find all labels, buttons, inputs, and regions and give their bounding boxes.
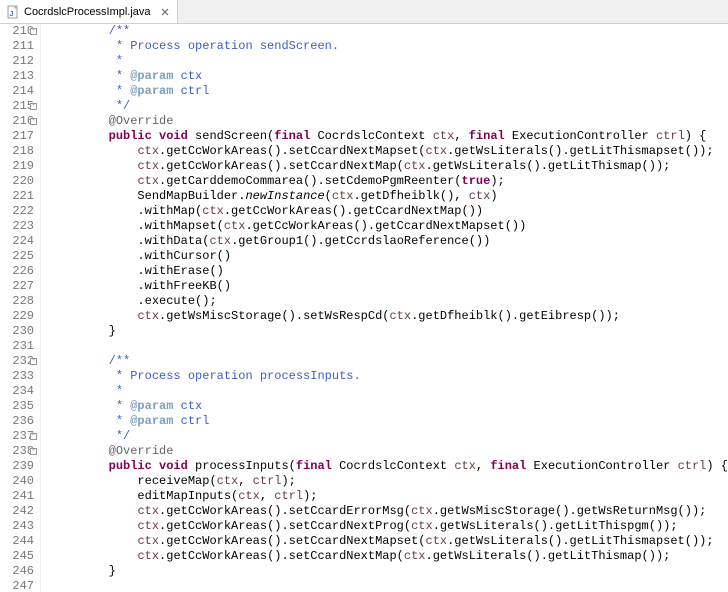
- line-number: 222: [0, 204, 34, 219]
- code-line[interactable]: public void processInputs(final Cocrdslc…: [51, 459, 728, 474]
- line-number: 243: [0, 519, 34, 534]
- line-number: 218: [0, 144, 34, 159]
- svg-text:J: J: [10, 11, 14, 18]
- code-line[interactable]: ctx.getCcWorkAreas().setCcardNextMapset(…: [51, 534, 728, 549]
- code-line[interactable]: SendMapBuilder.newInstance(ctx.getDfheib…: [51, 189, 728, 204]
- line-number: 219: [0, 159, 34, 174]
- line-number: 210-: [0, 24, 34, 39]
- fold-toggle-icon[interactable]: -: [30, 433, 37, 440]
- line-number: 221: [0, 189, 34, 204]
- code-line[interactable]: * Process operation sendScreen.: [51, 39, 728, 54]
- code-line[interactable]: * @param ctx: [51, 399, 728, 414]
- code-line[interactable]: * @param ctrl: [51, 414, 728, 429]
- tab-bar: J CocrdslcProcessImpl.java: [0, 0, 728, 24]
- code-line[interactable]: .withData(ctx.getGroup1().getCcrdslaoRef…: [51, 234, 728, 249]
- line-number: 234: [0, 384, 34, 399]
- line-number: 230: [0, 324, 34, 339]
- code-line[interactable]: [51, 579, 728, 592]
- code-area[interactable]: /** * Process operation sendScreen. * * …: [41, 24, 728, 592]
- code-line[interactable]: .withMapset(ctx.getCcWorkAreas().getCcar…: [51, 219, 728, 234]
- line-number: 239: [0, 459, 34, 474]
- line-number: 235: [0, 399, 34, 414]
- fold-toggle-icon[interactable]: -: [30, 103, 37, 110]
- line-number: 241: [0, 489, 34, 504]
- code-line[interactable]: }: [51, 324, 728, 339]
- code-line[interactable]: ctx.getCcWorkAreas().setCcardNextMap(ctx…: [51, 159, 728, 174]
- tab-file[interactable]: J CocrdslcProcessImpl.java: [0, 0, 178, 23]
- code-line[interactable]: editMapInputs(ctx, ctrl);: [51, 489, 728, 504]
- line-number: 228: [0, 294, 34, 309]
- close-icon[interactable]: [159, 6, 171, 18]
- line-number: 229: [0, 309, 34, 324]
- line-number: 238-: [0, 444, 34, 459]
- line-number: 225: [0, 249, 34, 264]
- line-number: 242: [0, 504, 34, 519]
- fold-toggle-icon[interactable]: -: [30, 118, 37, 125]
- line-number: 217: [0, 129, 34, 144]
- code-line[interactable]: [51, 339, 728, 354]
- tab-filename: CocrdslcProcessImpl.java: [24, 6, 151, 18]
- line-number: 226: [0, 264, 34, 279]
- code-line[interactable]: ctx.getCcWorkAreas().setCcardErrorMsg(ct…: [51, 504, 728, 519]
- line-number: 247: [0, 579, 34, 592]
- code-line[interactable]: receiveMap(ctx, ctrl);: [51, 474, 728, 489]
- code-line[interactable]: ctx.getCcWorkAreas().setCcardNextMapset(…: [51, 144, 728, 159]
- line-number: 213: [0, 69, 34, 84]
- code-line[interactable]: }: [51, 564, 728, 579]
- code-line[interactable]: @Override: [51, 114, 728, 129]
- line-number: 227: [0, 279, 34, 294]
- line-number: 237-: [0, 429, 34, 444]
- line-number: 211: [0, 39, 34, 54]
- line-number: 215-: [0, 99, 34, 114]
- code-line[interactable]: *: [51, 54, 728, 69]
- line-number: 214: [0, 84, 34, 99]
- fold-toggle-icon[interactable]: -: [30, 28, 37, 35]
- fold-toggle-icon[interactable]: -: [30, 448, 37, 455]
- code-line[interactable]: ctx.getCcWorkAreas().setCcardNextMap(ctx…: [51, 549, 728, 564]
- code-line[interactable]: @Override: [51, 444, 728, 459]
- code-line[interactable]: .execute();: [51, 294, 728, 309]
- code-line[interactable]: public void sendScreen(final CocrdslcCon…: [51, 129, 728, 144]
- line-number: 223: [0, 219, 34, 234]
- line-number: 220: [0, 174, 34, 189]
- code-line[interactable]: .withCursor(): [51, 249, 728, 264]
- code-line[interactable]: */: [51, 429, 728, 444]
- line-number: 212: [0, 54, 34, 69]
- java-file-icon: J: [6, 5, 20, 19]
- code-line[interactable]: ctx.getWsMiscStorage().setWsRespCd(ctx.g…: [51, 309, 728, 324]
- line-number: 245: [0, 549, 34, 564]
- line-number: 244: [0, 534, 34, 549]
- code-line[interactable]: * @param ctrl: [51, 84, 728, 99]
- code-line[interactable]: .withErase(): [51, 264, 728, 279]
- fold-toggle-icon[interactable]: -: [30, 358, 37, 365]
- line-number: 246: [0, 564, 34, 579]
- code-line[interactable]: * Process operation processInputs.: [51, 369, 728, 384]
- line-number: 231: [0, 339, 34, 354]
- code-line[interactable]: * @param ctx: [51, 69, 728, 84]
- code-line[interactable]: ctx.getCarddemoCommarea().setCdemoPgmRee…: [51, 174, 728, 189]
- code-line[interactable]: .withFreeKB(): [51, 279, 728, 294]
- line-number: 236: [0, 414, 34, 429]
- code-line[interactable]: */: [51, 99, 728, 114]
- line-number: 232-: [0, 354, 34, 369]
- code-line[interactable]: .withMap(ctx.getCcWorkAreas().getCcardNe…: [51, 204, 728, 219]
- code-line[interactable]: /**: [51, 354, 728, 369]
- line-number: 233: [0, 369, 34, 384]
- code-line[interactable]: /**: [51, 24, 728, 39]
- code-editor[interactable]: 210-211212213214215-216-2172182192202212…: [0, 24, 728, 592]
- line-number: 224: [0, 234, 34, 249]
- line-number: 240: [0, 474, 34, 489]
- line-number-gutter: 210-211212213214215-216-2172182192202212…: [0, 24, 41, 592]
- code-line[interactable]: *: [51, 384, 728, 399]
- code-line[interactable]: ctx.getCcWorkAreas().setCcardNextProg(ct…: [51, 519, 728, 534]
- line-number: 216-: [0, 114, 34, 129]
